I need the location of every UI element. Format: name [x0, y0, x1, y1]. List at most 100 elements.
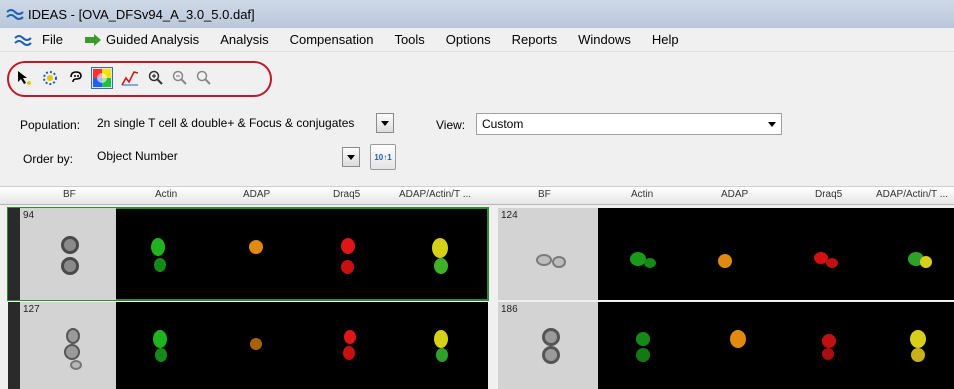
- draq5-signal: [341, 260, 354, 274]
- overlay-signal: [911, 348, 925, 362]
- leaf-arrow-icon: [84, 33, 101, 46]
- ideas-logo-icon: [6, 9, 24, 20]
- actin-signal: [154, 258, 166, 272]
- zoom-out-icon[interactable]: [171, 69, 189, 87]
- menu-help[interactable]: Help: [652, 32, 679, 47]
- view-select[interactable]: Custom: [476, 113, 782, 135]
- cell-blob: [64, 344, 80, 360]
- actin-signal: [155, 348, 167, 362]
- draq5-signal: [344, 330, 356, 344]
- draq5-signal: [822, 334, 836, 348]
- draq5-signal: [826, 258, 838, 268]
- menu-file[interactable]: File: [42, 32, 63, 47]
- actin-signal: [636, 332, 650, 346]
- overlay-signal: [434, 258, 448, 274]
- object-strip: [8, 302, 20, 389]
- cell-blob: [61, 236, 79, 254]
- brightfield-image: 94: [20, 208, 116, 300]
- adap-signal: [730, 330, 746, 348]
- brightfield-image: 127: [20, 302, 116, 389]
- column-header: BF: [63, 189, 76, 200]
- gallery-column-headers: BF Actin ADAP Draq5 ADAP/Actin/T ... BF …: [0, 186, 954, 205]
- window-title: IDEAS - [OVA_DFSv94_A_3.0_5.0.daf]: [28, 6, 255, 22]
- order-by-label: Order by:: [23, 152, 74, 166]
- brightfield-image: 186: [498, 302, 598, 389]
- overlay-signal: [910, 330, 926, 348]
- zoom-reset-icon[interactable]: [195, 69, 213, 87]
- column-header: ADAP: [721, 189, 749, 200]
- chevron-down-icon: [768, 122, 776, 127]
- menu-compensation[interactable]: Compensation: [290, 32, 374, 47]
- menu-guided-analysis[interactable]: Guided Analysis: [84, 32, 199, 47]
- draq5-signal: [341, 238, 355, 254]
- highlighted-tool-group: [7, 61, 272, 97]
- overlay-signal: [436, 348, 448, 362]
- zoom-in-icon[interactable]: [147, 69, 165, 87]
- title-bar: IDEAS - [OVA_DFSv94_A_3.0_5.0.daf]: [0, 0, 954, 28]
- column-header: Draq5: [333, 189, 361, 200]
- actin-signal: [151, 238, 165, 256]
- ideas-logo-icon: [14, 34, 32, 46]
- menu-windows[interactable]: Windows: [578, 32, 631, 47]
- gallery-object[interactable]: 127: [8, 302, 488, 389]
- overlay-signal: [432, 238, 448, 258]
- cell-blob: [70, 360, 82, 370]
- line-plot-icon[interactable]: [121, 69, 139, 87]
- gallery-object[interactable]: 94: [7, 207, 489, 301]
- cell-blob: [542, 346, 560, 364]
- column-header: ADAP/Actin/T ...: [876, 189, 949, 200]
- column-header: Actin: [631, 189, 654, 200]
- object-number: 124: [501, 210, 518, 221]
- spot-icon[interactable]: [41, 69, 59, 87]
- column-header: ADAP/Actin/T ...: [399, 189, 472, 200]
- column-header: BF: [538, 189, 551, 200]
- image-gallery: 94 124 127 186: [0, 206, 954, 389]
- actin-signal: [644, 258, 656, 268]
- cell-blob: [61, 257, 79, 275]
- gallery-object[interactable]: 186: [498, 302, 954, 389]
- object-strip: [8, 208, 20, 300]
- overlay-signal: [434, 330, 448, 348]
- population-select[interactable]: 2n single T cell & double+ & Focus & con…: [92, 113, 370, 135]
- actin-signal: [636, 348, 650, 362]
- sort-order-button[interactable]: 10↑1: [370, 144, 396, 170]
- menu-guided-analysis-label: Guided Analysis: [105, 32, 200, 47]
- brightfield-image: 124: [498, 208, 598, 300]
- sort-order-icon: 10↑1: [374, 152, 392, 162]
- view-label: View:: [436, 118, 466, 132]
- adap-signal: [249, 240, 263, 254]
- lasso-icon[interactable]: [67, 69, 85, 87]
- column-header: ADAP: [243, 189, 271, 200]
- cell-blob: [66, 328, 80, 344]
- image-toolbar: [0, 53, 954, 101]
- cell-blob: [552, 256, 566, 268]
- menu-reports[interactable]: Reports: [512, 32, 558, 47]
- pointer-icon[interactable]: [15, 69, 33, 87]
- column-header: Draq5: [815, 189, 843, 200]
- column-header: Actin: [155, 189, 178, 200]
- order-by-dropdown-button[interactable]: [342, 147, 360, 167]
- draq5-signal: [343, 346, 355, 360]
- object-number: 186: [501, 304, 518, 315]
- menu-options[interactable]: Options: [446, 32, 491, 47]
- menu-tools[interactable]: Tools: [394, 32, 424, 47]
- menu-analysis[interactable]: Analysis: [220, 32, 268, 47]
- view-select-value: Custom: [482, 117, 524, 131]
- chevron-down-icon: [347, 154, 355, 160]
- order-by-select[interactable]: Object Number: [92, 146, 342, 168]
- actin-signal: [153, 330, 167, 348]
- color-wheel-icon[interactable]: [91, 67, 113, 89]
- cell-blob: [542, 328, 560, 346]
- object-number: 127: [23, 304, 40, 315]
- adap-signal: [718, 254, 732, 268]
- draq5-signal: [822, 348, 834, 360]
- cell-blob: [536, 254, 552, 266]
- menu-bar: File Guided Analysis Analysis Compensati…: [0, 28, 954, 52]
- object-number: 94: [23, 210, 35, 221]
- chevron-down-icon: [381, 120, 389, 126]
- adap-signal: [250, 338, 262, 350]
- population-label: Population:: [20, 118, 81, 132]
- overlay-signal: [920, 256, 932, 268]
- gallery-object[interactable]: 124: [498, 208, 954, 300]
- population-dropdown-button[interactable]: [376, 113, 394, 133]
